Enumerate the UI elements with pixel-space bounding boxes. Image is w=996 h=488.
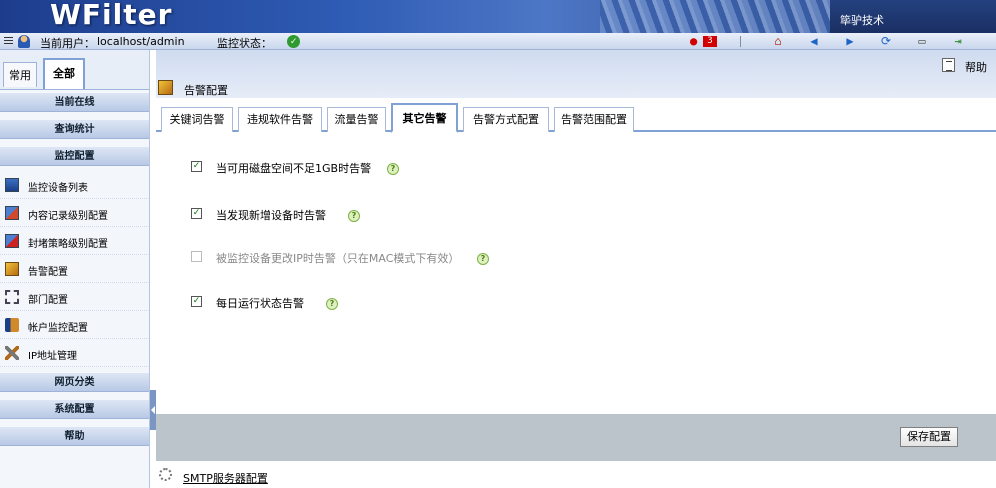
sidebar-item-block-policy[interactable]: 封堵策略级别配置 xyxy=(0,227,149,255)
current-user-value: localhost/admin xyxy=(97,35,185,48)
main-panel: 帮助 告警配置 关键词告警 违规软件告警 流量告警 其它告警 告警方式配置 告警… xyxy=(156,50,996,488)
save-button[interactable]: 保存配置 xyxy=(900,427,958,447)
option-new-device-alert: ✓ 当发现新增设备时告警 ? xyxy=(191,207,391,223)
status-bar: 当前用户： localhost/admin 监控状态： ✓ ● 3 ⌂ ◀ ▶ … xyxy=(0,33,996,50)
help-question-icon[interactable]: ? xyxy=(477,253,489,265)
logout-icon[interactable]: ⇥ xyxy=(950,34,966,49)
refresh-icon[interactable]: ⟳ xyxy=(878,34,894,49)
help-question-icon[interactable]: ? xyxy=(387,163,399,175)
account-monitor-icon xyxy=(5,318,19,332)
option-label: 每日运行状态告警 xyxy=(216,297,304,310)
alarm-count-badge[interactable]: 3 xyxy=(703,36,717,47)
daily-status-checkbox[interactable]: ✓ xyxy=(191,296,202,307)
sidebar-item-label: 告警配置 xyxy=(28,267,68,278)
help-question-icon[interactable]: ? xyxy=(348,210,360,222)
monitor-status-label: 监控状态： xyxy=(217,37,272,50)
block-policy-icon xyxy=(5,234,19,248)
tab-illegal-software-alert[interactable]: 违规软件告警 xyxy=(238,107,322,132)
print-icon[interactable]: ▭ xyxy=(914,34,930,49)
sidebar-item-label: 封堵策略级别配置 xyxy=(28,239,108,250)
new-device-checkbox[interactable]: ✓ xyxy=(191,208,202,219)
sidebar-section-online[interactable]: 当前在线 xyxy=(0,92,149,112)
company-name: 筚驴技术 xyxy=(840,14,884,27)
gear-icon xyxy=(159,468,172,481)
help-link[interactable]: 帮助 xyxy=(965,59,987,75)
alert-config-icon xyxy=(158,80,173,95)
sidebar-item-label: 部门配置 xyxy=(28,295,68,306)
sidebar: 常用 全部 当前在线 查询统计 监控配置 监控设备列表 内容记录级别配置 封堵策… xyxy=(0,50,150,488)
alert-config-icon xyxy=(5,262,19,276)
help-question-icon[interactable]: ? xyxy=(326,298,338,310)
sidebar-item-monitor-list[interactable]: 监控设备列表 xyxy=(0,171,149,199)
home-icon[interactable]: ⌂ xyxy=(770,34,786,49)
sidebar-section-web[interactable]: 网页分类 xyxy=(0,372,149,392)
record-level-icon xyxy=(5,206,19,220)
sidebar-section-system[interactable]: 系统配置 xyxy=(0,399,149,419)
main-header xyxy=(156,50,996,98)
sidebar-item-label: IP地址管理 xyxy=(28,351,77,362)
option-label: 当可用磁盘空间不足1GB时告警 xyxy=(216,162,372,175)
tab-alert-scope[interactable]: 告警范围配置 xyxy=(554,107,634,132)
forward-arrow-icon[interactable]: ▶ xyxy=(842,34,858,49)
page-title: 告警配置 xyxy=(184,84,228,97)
toolbar-divider xyxy=(740,36,741,47)
tab-keyword-alert[interactable]: 关键词告警 xyxy=(161,107,233,132)
ip-management-icon xyxy=(5,346,19,360)
sidebar-section-help[interactable]: 帮助 xyxy=(0,426,149,446)
menu-icon[interactable] xyxy=(4,37,13,46)
sidebar-item-label: 监控设备列表 xyxy=(28,183,88,194)
monitor-list-icon xyxy=(5,178,19,192)
help-icon[interactable] xyxy=(942,58,955,72)
smtp-server-config-link[interactable]: SMTP服务器配置 xyxy=(183,470,268,486)
sidebar-tab-all[interactable]: 全部 xyxy=(43,58,85,89)
back-arrow-icon[interactable]: ◀ xyxy=(806,34,822,49)
user-icon xyxy=(18,35,30,48)
ip-change-checkbox xyxy=(191,251,202,262)
department-icon xyxy=(5,290,19,304)
sidebar-tabs: 常用 全部 xyxy=(0,50,149,90)
alarm-pin-icon[interactable]: ● xyxy=(690,35,697,48)
app-logo: WFilter xyxy=(50,0,173,31)
sidebar-item-ip-management[interactable]: IP地址管理 xyxy=(0,339,149,367)
option-daily-status-alert: ✓ 每日运行状态告警 ? xyxy=(191,295,371,311)
disk-space-checkbox[interactable]: ✓ xyxy=(191,161,202,172)
sidebar-item-alert-config[interactable]: 告警配置 xyxy=(0,255,149,283)
sidebar-item-label: 帐户监控配置 xyxy=(28,323,88,334)
status-ok-icon: ✓ xyxy=(287,35,300,48)
action-bar: 保存配置 xyxy=(156,414,996,461)
sidebar-section-stats[interactable]: 查询统计 xyxy=(0,119,149,139)
option-ip-change-alert: 被监控设备更改IP时告警（只在MAC模式下有效） ? xyxy=(191,250,511,266)
option-label: 当发现新增设备时告警 xyxy=(216,209,326,222)
sidebar-item-account-monitor[interactable]: 帐户监控配置 xyxy=(0,311,149,339)
header-banner: WFilter 筚驴技术 xyxy=(0,0,996,33)
sidebar-item-record-level[interactable]: 内容记录级别配置 xyxy=(0,199,149,227)
tab-traffic-alert[interactable]: 流量告警 xyxy=(327,107,386,132)
current-user-label: 当前用户： xyxy=(40,37,95,50)
sidebar-section-monitor[interactable]: 监控配置 xyxy=(0,146,149,166)
sidebar-tab-common[interactable]: 常用 xyxy=(3,62,37,87)
option-disk-space-alert: ✓ 当可用磁盘空间不足1GB时告警 ? xyxy=(191,160,411,176)
tab-bar: 关键词告警 违规软件告警 流量告警 其它告警 告警方式配置 告警范围配置 xyxy=(156,101,996,133)
sidebar-item-label: 内容记录级别配置 xyxy=(28,211,108,222)
option-label: 被监控设备更改IP时告警（只在MAC模式下有效） xyxy=(216,252,460,265)
sidebar-item-department[interactable]: 部门配置 xyxy=(0,283,149,311)
tab-alert-method[interactable]: 告警方式配置 xyxy=(463,107,549,132)
tab-other-alert[interactable]: 其它告警 xyxy=(391,103,458,133)
banner-image xyxy=(600,0,830,33)
